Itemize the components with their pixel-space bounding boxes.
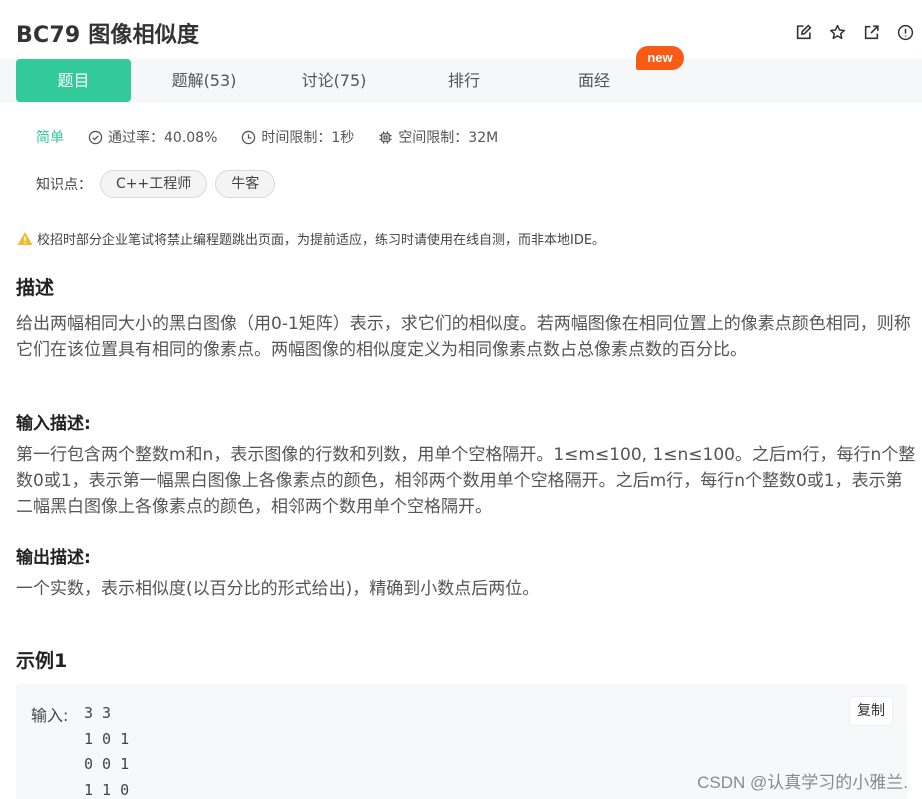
watermark: CSDN @认真学习的小雅兰. xyxy=(697,773,908,792)
star-icon[interactable] xyxy=(820,22,854,42)
knowledge-label: 知识点： xyxy=(36,177,92,193)
pass-rate: 通过率：40.08% xyxy=(88,127,217,147)
tab-ranking[interactable]: 排行 xyxy=(404,59,524,102)
time-limit: 时间限制：1秒 xyxy=(241,127,354,147)
chip-icon xyxy=(379,130,392,144)
example-heading: 示例1 xyxy=(16,650,68,672)
example-input-label: 输入: xyxy=(31,706,69,725)
difficulty-label: 简单 xyxy=(36,130,64,146)
edit-icon[interactable] xyxy=(786,22,820,42)
page-title: BC79 图像相似度 xyxy=(16,23,200,48)
code-line: 1 0 1 xyxy=(84,729,130,748)
open-external-icon[interactable] xyxy=(854,22,888,42)
tab-discussion[interactable]: 讨论(75) xyxy=(274,59,394,102)
clock-icon xyxy=(242,130,256,144)
time-limit-text: 时间限制：1秒 xyxy=(261,130,355,146)
tab-problem[interactable]: 题目 xyxy=(16,59,131,102)
output-desc-text: 一个实数，表示相似度(以百分比的形式给出)，精确到小数点后两位。 xyxy=(16,579,540,599)
warning-notice: 校招时部分企业笔试将禁止编程题跳出页面，为提前适应，练习时请使用在线自测，而非本… xyxy=(17,229,605,248)
knowledge-points: 知识点： C++工程师 牛客 xyxy=(36,170,276,198)
problem-meta: 简单 通过率：40.08% 时间限制：1秒 空间限制：32M xyxy=(36,127,522,147)
output-desc-heading: 输出描述: xyxy=(16,548,91,568)
problem-header: BC79 图像相似度 xyxy=(0,0,922,60)
tag-chip[interactable]: C++工程师 xyxy=(100,170,208,198)
code-line: 1 1 0 xyxy=(84,780,130,799)
example-input-code: 3 3 1 0 1 0 0 1 1 1 0 xyxy=(84,701,129,799)
description-text: 给出两幅相同大小的黑白图像（用0-1矩阵）表示，求它们的相似度。若两幅图像在相同… xyxy=(16,314,911,360)
code-line: 0 0 1 xyxy=(84,755,130,773)
description-heading: 描述 xyxy=(16,277,55,299)
warning-text: 校招时部分企业笔试将禁止编程题跳出页面，为提前适应，练习时请使用在线自测，而非本… xyxy=(37,233,606,248)
tag-chip[interactable]: 牛客 xyxy=(215,170,276,198)
info-icon[interactable] xyxy=(888,22,922,42)
input-desc-text: 第一行包含两个整数m和n，表示图像的行数和列数，用单个空格隔开。1≤m≤100,… xyxy=(16,445,916,517)
check-circle-icon xyxy=(88,130,103,144)
tab-solutions[interactable]: 题解(53) xyxy=(144,59,264,102)
space-limit: 空间限制：32M xyxy=(378,127,498,147)
copy-button[interactable]: 复制 xyxy=(850,697,892,725)
code-line: 3 3 xyxy=(84,704,112,722)
tab-bar: 题目 题解(53) 讨论(75) 排行 面经 xyxy=(0,59,922,103)
header-actions xyxy=(786,22,922,42)
new-badge: new xyxy=(636,46,684,70)
pass-rate-text: 通过率：40.08% xyxy=(108,130,218,146)
input-desc-heading: 输入描述: xyxy=(16,414,91,434)
space-limit-text: 空间限制：32M xyxy=(398,130,499,146)
warning-icon xyxy=(17,232,33,245)
